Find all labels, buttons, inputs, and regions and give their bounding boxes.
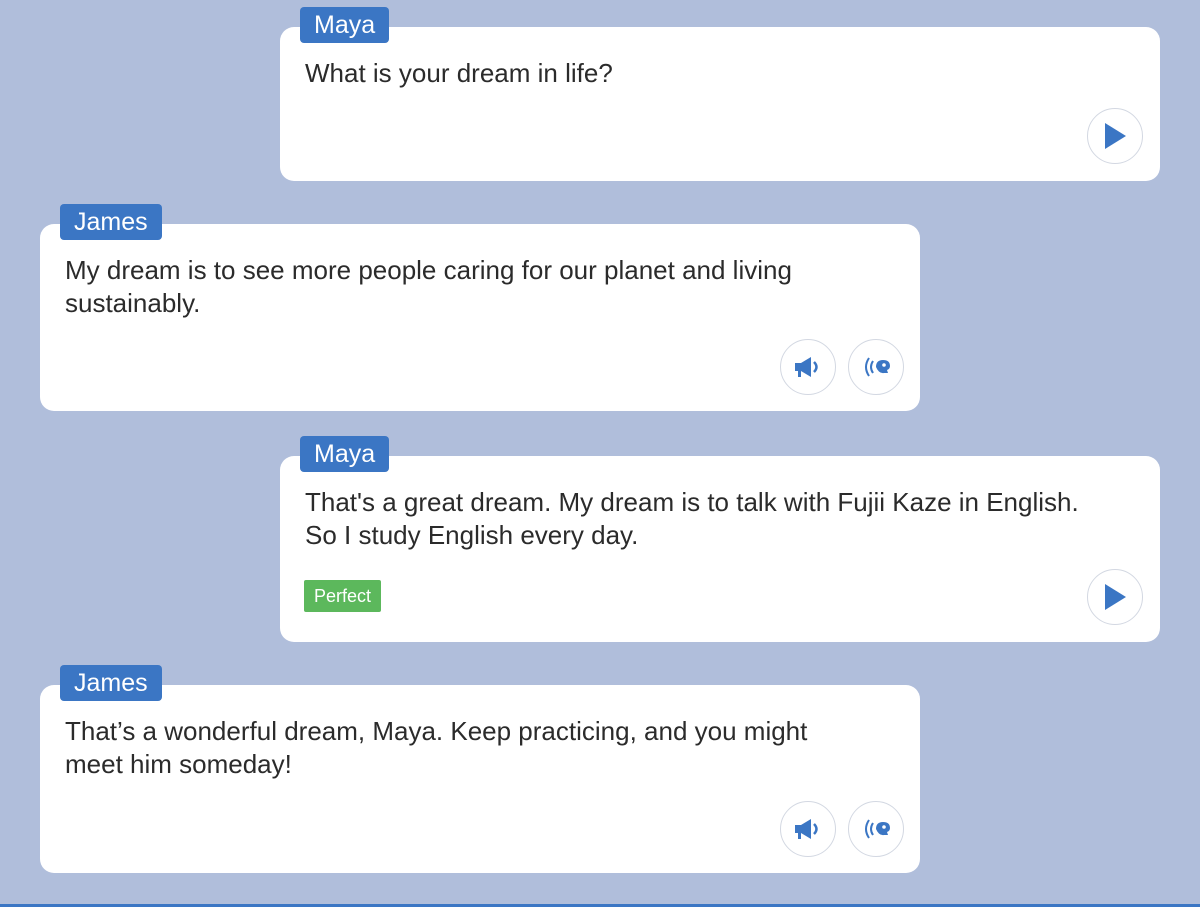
- speaker-name-tag: James: [60, 665, 162, 701]
- speaking-head-icon: [865, 357, 890, 377]
- megaphone-icon: [795, 819, 818, 839]
- message-james-2: James That’s a wonderful dream, Maya. Ke…: [40, 665, 920, 873]
- message-bubble: What is your dream in life?: [280, 27, 1160, 181]
- speaker-name-tag: James: [60, 204, 162, 240]
- message-bubble: My dream is to see more people caring fo…: [40, 224, 920, 411]
- play-button[interactable]: [1087, 569, 1143, 625]
- message-bubble: That's a great dream. My dream is to tal…: [280, 456, 1160, 642]
- speak-button[interactable]: [848, 801, 904, 857]
- play-icon: [1105, 584, 1126, 610]
- message-maya-2: Maya That's a great dream. My dream is t…: [280, 436, 1160, 642]
- message-text: What is your dream in life?: [305, 58, 613, 88]
- message-james-1: James My dream is to see more people car…: [40, 204, 920, 411]
- listen-button[interactable]: [780, 801, 836, 857]
- listen-button[interactable]: [780, 339, 836, 395]
- speaker-name-tag: Maya: [300, 436, 390, 472]
- speaker-name-tag: Maya: [300, 7, 390, 43]
- message-maya-1: Maya What is your dream in life?: [280, 7, 1160, 181]
- message-text: That’s a wonderful dream, Maya. Keep pra…: [65, 716, 808, 779]
- perfect-badge: Perfect: [304, 580, 382, 612]
- megaphone-icon: [795, 357, 818, 377]
- speaking-head-icon: [865, 819, 890, 839]
- message-text: My dream is to see more people caring fo…: [65, 255, 792, 318]
- speak-button[interactable]: [848, 339, 904, 395]
- message-bubble: That’s a wonderful dream, Maya. Keep pra…: [40, 685, 920, 873]
- play-icon: [1105, 123, 1126, 149]
- play-button[interactable]: [1087, 108, 1143, 164]
- message-text: That's a great dream. My dream is to tal…: [305, 487, 1079, 550]
